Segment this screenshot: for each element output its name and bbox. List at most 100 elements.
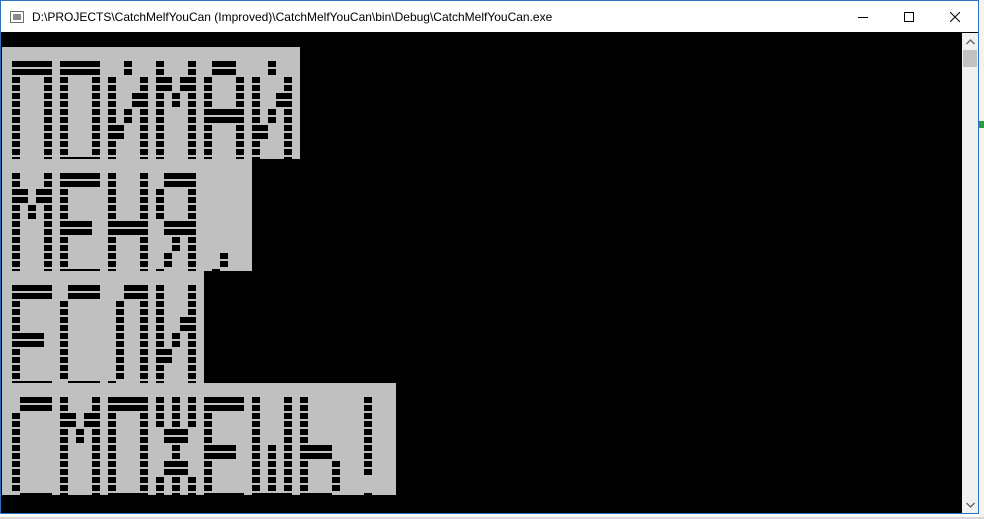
banner-cell [252,109,260,115]
banner-cell [140,405,148,411]
banner-cell [156,85,164,91]
banner-cell [76,293,84,299]
banner-cell [300,437,308,443]
banner-cell [36,293,44,299]
banner-cell [140,93,148,99]
banner-cell [92,77,100,83]
banner-cell [76,229,84,235]
banner-cell [188,109,196,115]
banner-cell [284,109,292,115]
banner-cell [300,485,308,491]
banner-cell [124,397,132,403]
banner-cell [116,221,124,227]
scroll-up-button[interactable] [962,33,978,50]
banner-cell [180,85,188,91]
banner-cell [284,477,292,483]
banner-cell [12,469,20,475]
banner-cell [188,477,196,483]
banner-cell [92,133,100,139]
banner-cell [28,293,36,299]
banner-cell [284,117,292,123]
banner-cell [60,237,68,243]
banner-cell [204,141,212,147]
minimize-button[interactable] [840,1,886,32]
scroll-thumb[interactable] [963,50,977,67]
banner-cell [20,285,28,291]
banner-cell [172,493,180,499]
banner-cell [364,461,372,467]
banner-cell [364,501,372,507]
vertical-scrollbar[interactable] [962,33,978,513]
banner-cell [308,493,316,499]
banner-cell [228,109,236,115]
banner-cell [156,421,164,427]
banner-cell [324,445,332,451]
banner-cell [44,181,52,187]
banner-cell [124,117,132,123]
banner-cell [212,405,220,411]
banner-cell [188,141,196,147]
banner-cell [228,501,236,507]
banner-cell [236,101,244,107]
banner-cell [12,333,20,339]
banner-cell [204,485,212,491]
banner-cell [28,69,36,75]
banner-cell [180,77,188,83]
banner-cell [140,493,148,499]
banner-cell [92,69,100,75]
banner-cell [44,69,52,75]
banner-cell [260,125,268,131]
banner-cell [172,429,180,435]
banner-cell [140,229,148,235]
banner-cell [140,85,148,91]
banner-cell [140,461,148,467]
console-output[interactable]: ПОЙМАЙМЕНЯ,ЕСЛИСМОЖЕШЬ! [2,33,962,513]
banner-cell [172,93,180,99]
banner-cell [12,349,20,355]
banner-cell [60,317,68,323]
banner-cell [228,61,236,67]
banner-cell [84,173,92,179]
banner-cell [252,453,260,459]
banner-cell [188,77,196,83]
banner-cell [284,429,292,435]
banner-cell [140,77,148,83]
banner-cell [204,405,212,411]
banner-cell [212,277,220,283]
banner-cell [236,109,244,115]
banner-cell [156,301,164,307]
banner-cell [188,261,196,267]
banner-cell [212,445,220,451]
banner-cell [36,501,44,507]
banner-cell [300,445,308,451]
banner-cell [268,109,276,115]
scroll-down-button[interactable] [962,496,978,513]
banner-cell [60,197,68,203]
banner-cell [156,93,164,99]
banner-cell [268,485,276,491]
banner-cell [12,85,20,91]
banner-cell [12,301,20,307]
banner-cell [180,461,188,467]
banner-cell [92,461,100,467]
banner-cell [284,133,292,139]
banner-cell [60,365,68,371]
banner-cell [60,117,68,123]
banner-cell [44,117,52,123]
banner-cell [44,405,52,411]
close-button[interactable] [932,1,978,32]
banner-cell [156,405,164,411]
banner-cell [228,453,236,459]
banner-cell [188,421,196,427]
banner-cell [12,69,20,75]
banner-cell [140,149,148,155]
banner-cell [188,405,196,411]
banner-cell [156,501,164,507]
banner-cell [220,453,228,459]
maximize-button[interactable] [886,1,932,32]
title-bar[interactable]: D:\PROJECTS\CatchMelfYouCan (Improved)\C… [1,1,978,32]
banner-cell [188,349,196,355]
banner-cell [36,189,44,195]
banner-cell [28,341,36,347]
console-window-icon[interactable] [10,11,24,23]
